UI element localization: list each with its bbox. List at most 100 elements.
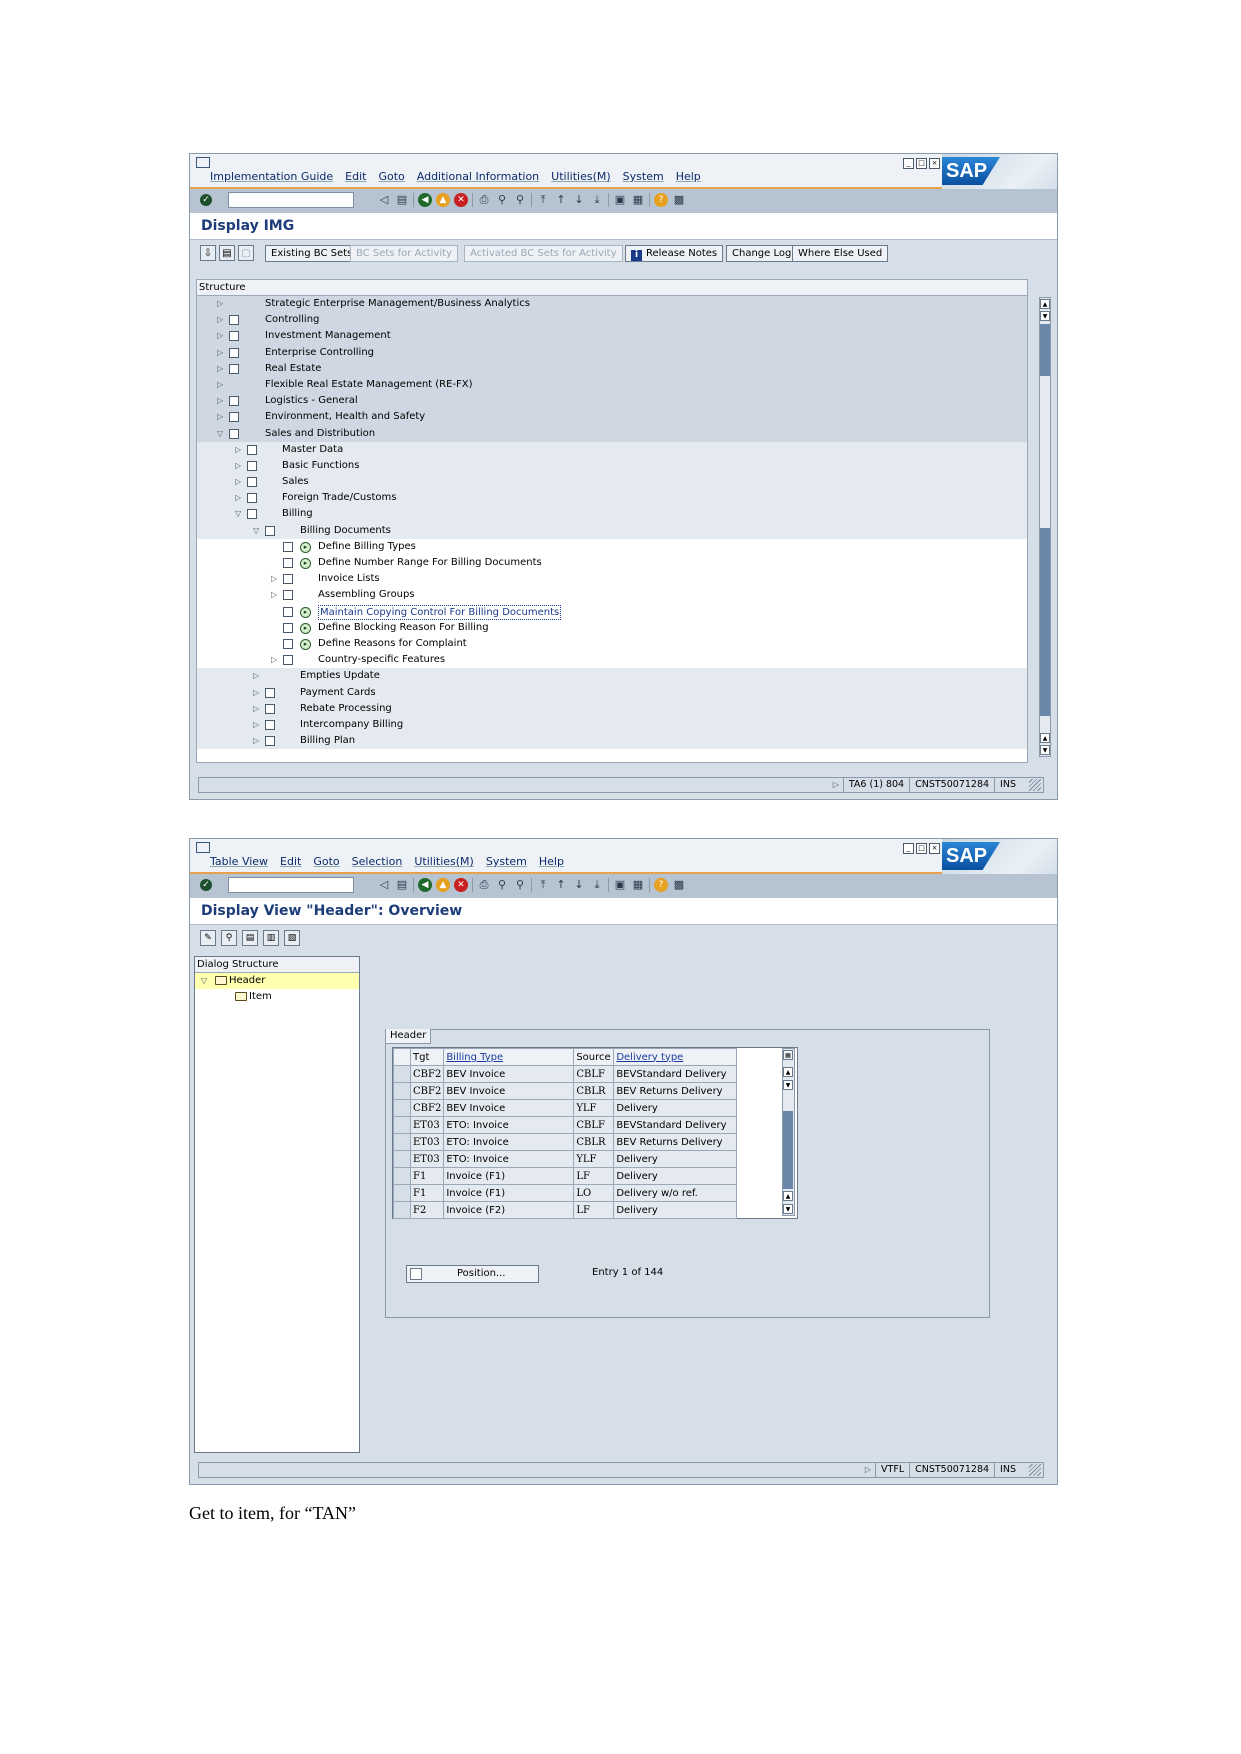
table-cell[interactable]: BEV Invoice xyxy=(443,1099,575,1117)
tree-node-label[interactable]: Enterprise Controlling xyxy=(265,345,374,361)
documentation-icon[interactable] xyxy=(283,558,293,568)
expand-node-icon[interactable]: ▷ xyxy=(217,409,225,425)
cancel-icon[interactable]: ✕ xyxy=(454,878,468,892)
dialog-node-header[interactable]: ▽ Header xyxy=(195,973,359,989)
layout-menu-icon[interactable]: ▩ xyxy=(672,878,686,892)
collapse-node-icon[interactable]: ▽ xyxy=(235,506,243,522)
back-icon[interactable]: ◀ xyxy=(418,878,432,892)
expand-open-icon[interactable]: ▽ xyxy=(201,973,207,989)
collapse-icon[interactable]: ▢ xyxy=(238,245,254,261)
table-cell[interactable]: LO xyxy=(573,1184,615,1202)
cancel-icon[interactable]: ✕ xyxy=(454,193,468,207)
tree-node-label[interactable]: Billing xyxy=(282,506,313,522)
tree-node[interactable]: ▷ Master Data xyxy=(197,441,1027,458)
documentation-icon[interactable] xyxy=(265,719,275,730)
table-cell[interactable]: Delivery xyxy=(613,1167,738,1185)
first-page-icon[interactable]: ⤒ xyxy=(536,193,550,207)
tree-node-label[interactable]: Billing Plan xyxy=(300,733,355,749)
tree-node-label[interactable]: Controlling xyxy=(265,312,319,328)
table-row[interactable]: F1 Invoice (F1) LF Delivery xyxy=(393,1167,738,1185)
table-row[interactable]: CBF2 BEV Invoice CBLR BEV Returns Delivery xyxy=(393,1082,738,1100)
tree-node[interactable]: ▷ Invoice Lists xyxy=(197,571,1027,587)
menu-item[interactable]: Utilities(M) xyxy=(414,855,473,868)
table-cell[interactable]: BEVStandard Delivery xyxy=(613,1116,738,1134)
table-cell[interactable]: F1 xyxy=(409,1184,445,1202)
tree-node-label[interactable]: Define Number Range For Billing Document… xyxy=(318,555,542,571)
deselect-all-icon[interactable]: ▧ xyxy=(284,930,300,946)
tree-node-label[interactable]: Basic Functions xyxy=(282,458,359,474)
table-cell[interactable]: Invoice (F1) xyxy=(443,1184,575,1202)
expand-subtree-icon[interactable]: ⇩ xyxy=(200,245,216,261)
tree-node[interactable]: ▽ Billing Documents xyxy=(197,522,1027,539)
documentation-icon[interactable] xyxy=(283,622,293,633)
expand-node-icon[interactable]: ▷ xyxy=(235,490,243,506)
documentation-icon[interactable] xyxy=(283,606,293,617)
menu-item[interactable]: Table View xyxy=(210,855,268,868)
tree-node[interactable]: ▸ Define Blocking Reason For Billing xyxy=(197,620,1027,636)
enter-icon[interactable]: ✓ xyxy=(200,194,212,206)
table-cell[interactable]: LF xyxy=(573,1167,615,1185)
table-cell[interactable]: YLF xyxy=(573,1099,615,1117)
shortcut-icon[interactable]: ▦ xyxy=(631,193,645,207)
tree-node[interactable]: ▷ Real Estate xyxy=(197,360,1027,377)
tree-node-label[interactable]: Rebate Processing xyxy=(300,701,392,717)
tree-node[interactable]: ▷ Flexible Real Estate Management (RE-FX) xyxy=(197,376,1027,394)
documentation-icon[interactable] xyxy=(229,428,239,439)
documentation-icon[interactable] xyxy=(229,363,239,374)
tree-node-label[interactable]: Assembling Groups xyxy=(318,587,415,603)
close-icon[interactable]: × xyxy=(929,843,940,854)
tree-node-label[interactable]: Define Reasons for Complaint xyxy=(318,636,467,652)
expand-node-icon[interactable]: ▷ xyxy=(253,685,261,701)
shortcut-icon[interactable]: ▦ xyxy=(631,878,645,892)
table-cell[interactable]: BEV Invoice xyxy=(443,1082,575,1100)
table-row[interactable]: ET03 ETO: Invoice YLF Delivery xyxy=(393,1150,738,1168)
table-scrollbar[interactable]: ▦ ▲ ▼ ▲ ▼ xyxy=(782,1048,795,1216)
tree-node-label[interactable]: Payment Cards xyxy=(300,685,376,701)
table-cell[interactable]: BEV Returns Delivery xyxy=(613,1133,738,1151)
expand-node-icon[interactable]: ▷ xyxy=(271,571,279,587)
tree-node-label[interactable]: Country-specific Features xyxy=(318,652,445,668)
table-cell[interactable]: ET03 xyxy=(409,1150,445,1168)
expand-node-icon[interactable]: ▷ xyxy=(253,701,261,717)
row-selector[interactable] xyxy=(393,1184,411,1202)
row-selector[interactable] xyxy=(393,1201,411,1219)
menu-item[interactable]: Implementation Guide xyxy=(210,170,333,183)
documentation-icon[interactable] xyxy=(229,347,239,358)
column-header[interactable]: Source xyxy=(573,1048,615,1066)
maximize-icon[interactable]: □ xyxy=(916,158,927,169)
table-cell[interactable]: CBF2 xyxy=(409,1082,445,1100)
menu-item[interactable]: System xyxy=(623,170,664,183)
enter-icon[interactable]: ✓ xyxy=(200,879,212,891)
tree-node-label[interactable]: Billing Documents xyxy=(300,523,391,539)
documentation-icon[interactable] xyxy=(283,655,293,666)
find-next-icon[interactable]: ⚲ xyxy=(513,193,527,207)
table-row[interactable]: F1 Invoice (F1) LO Delivery w/o ref. xyxy=(393,1184,738,1202)
menu-item[interactable]: Selection xyxy=(352,855,403,868)
collapse-node-icon[interactable]: ▽ xyxy=(253,523,261,539)
menu-icon[interactable] xyxy=(196,842,210,853)
documentation-icon[interactable] xyxy=(229,412,239,423)
execute-activity-icon[interactable]: ▸ xyxy=(300,558,311,569)
expand-node-icon[interactable]: ▷ xyxy=(217,328,225,344)
new-session-icon[interactable]: ▣ xyxy=(613,193,627,207)
tree-node[interactable]: ▷ Country-specific Features xyxy=(197,652,1027,668)
documentation-icon[interactable] xyxy=(229,396,239,407)
table-cell[interactable]: Delivery xyxy=(613,1099,738,1117)
last-page-icon[interactable]: ⤓ xyxy=(590,193,604,207)
tree-node-label[interactable]: Flexible Real Estate Management (RE-FX) xyxy=(265,377,473,393)
tree-node-label[interactable]: Intercompany Billing xyxy=(300,717,403,733)
table-row[interactable]: CBF2 BEV Invoice CBLF BEVStandard Delivery xyxy=(393,1065,738,1083)
status-expand-icon[interactable]: ▷ xyxy=(829,778,843,792)
resize-grip-icon[interactable] xyxy=(1029,1464,1041,1476)
row-selector[interactable] xyxy=(393,1167,411,1185)
documentation-icon[interactable] xyxy=(247,444,257,455)
tree-node[interactable]: ▷ Logistics - General xyxy=(197,393,1027,410)
help-icon[interactable]: ? xyxy=(654,193,668,207)
table-cell[interactable]: Invoice (F2) xyxy=(443,1201,575,1219)
table-cell[interactable]: Invoice (F1) xyxy=(443,1167,575,1185)
scroll-thumb[interactable] xyxy=(783,1111,793,1189)
collapse-node-icon[interactable]: ▽ xyxy=(217,426,225,442)
documentation-icon[interactable] xyxy=(283,638,293,649)
tree-node-label[interactable]: Sales and Distribution xyxy=(265,426,375,442)
tree-node-label[interactable]: Environment, Health and Safety xyxy=(265,409,425,425)
